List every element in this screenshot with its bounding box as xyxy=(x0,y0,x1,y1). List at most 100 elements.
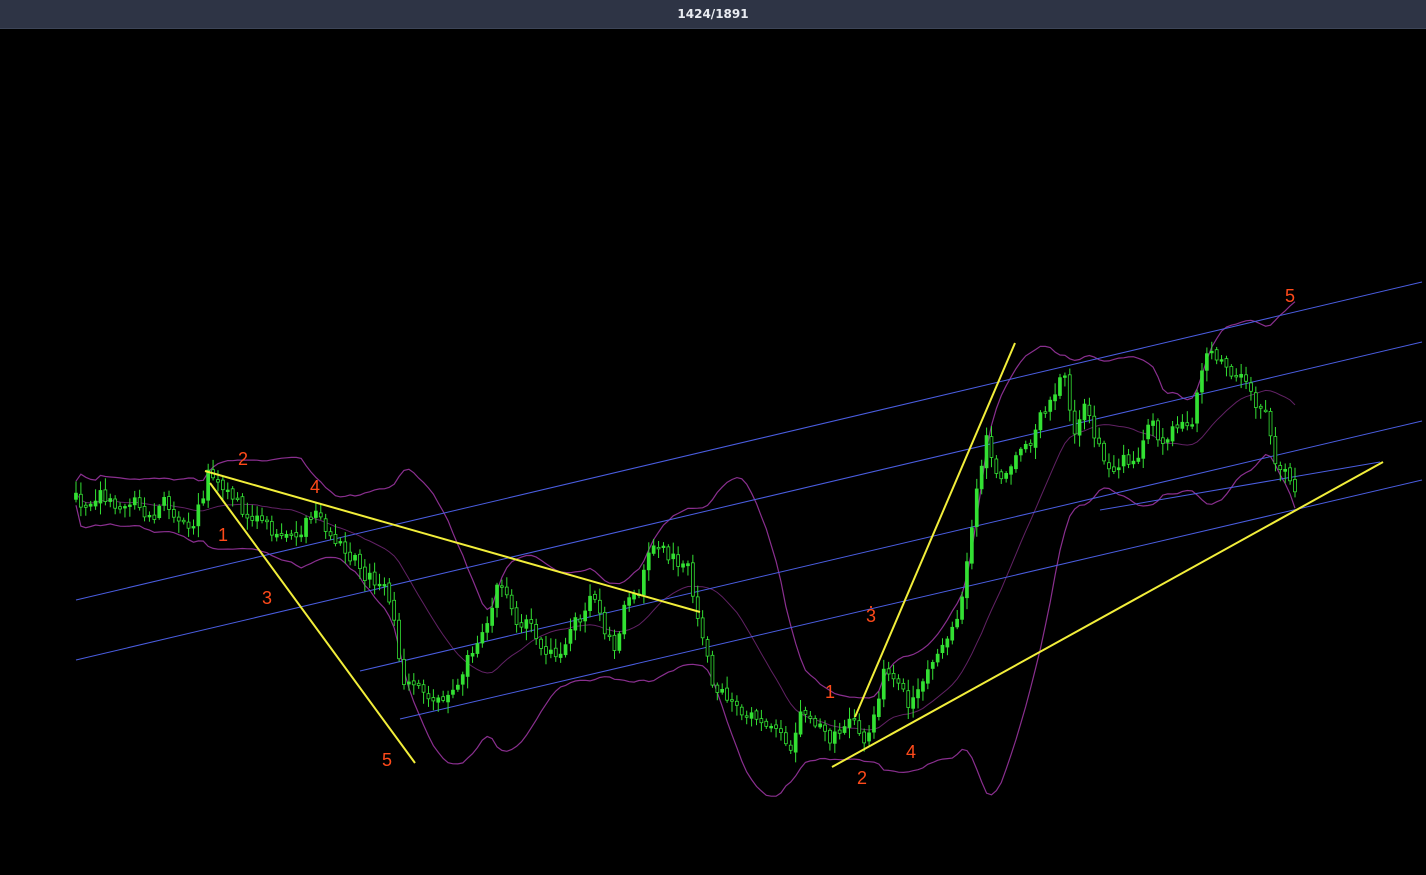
candle-66 xyxy=(392,591,397,627)
candle-body xyxy=(1126,454,1131,465)
candle-140 xyxy=(754,708,759,726)
candle-body xyxy=(906,690,911,708)
candle-body xyxy=(1224,358,1229,368)
candle-body xyxy=(367,572,372,580)
candle-109 xyxy=(602,606,607,640)
candle-71 xyxy=(416,679,421,689)
candle-249 xyxy=(1288,462,1292,485)
candle-186 xyxy=(979,459,984,495)
candle-body xyxy=(573,617,578,631)
candle-body xyxy=(926,669,930,684)
candle-67 xyxy=(397,612,401,662)
candle-body xyxy=(108,498,113,502)
candle-body xyxy=(406,681,411,685)
candle-27 xyxy=(201,490,206,506)
candle-body xyxy=(837,729,842,734)
candle-229 xyxy=(1190,417,1194,430)
candle-220 xyxy=(1146,418,1150,445)
candle-82 xyxy=(470,646,475,663)
candle-body xyxy=(299,534,304,538)
candle-body xyxy=(1244,374,1248,382)
candle-body xyxy=(1170,426,1175,442)
candle-163 xyxy=(867,725,871,747)
candle-body xyxy=(1180,421,1185,429)
candle-body xyxy=(847,718,852,728)
candle-body xyxy=(691,562,695,597)
candle-59 xyxy=(358,549,362,580)
candle-54 xyxy=(333,524,338,547)
candle-148 xyxy=(793,722,798,763)
candle-body xyxy=(994,458,999,474)
candle-131 xyxy=(710,650,715,688)
candle-166 xyxy=(881,659,886,708)
candle-6 xyxy=(98,481,103,515)
candle-body xyxy=(460,674,465,685)
candle-121 xyxy=(661,542,666,553)
candle-body xyxy=(715,684,720,693)
candle-body xyxy=(167,496,171,510)
candle-35 xyxy=(240,493,245,518)
candle-23 xyxy=(181,517,186,525)
candle-body xyxy=(642,569,646,596)
candle-body xyxy=(1161,437,1165,444)
candle-body xyxy=(1195,392,1199,424)
candle-235 xyxy=(1219,355,1224,365)
candle-87 xyxy=(495,582,499,618)
candle-body xyxy=(504,586,509,596)
candle-body xyxy=(265,519,269,523)
candle-body xyxy=(534,624,539,640)
candle-body xyxy=(965,561,969,599)
candle-15 xyxy=(142,497,147,522)
candle-body xyxy=(661,545,666,548)
candle-250 xyxy=(1293,467,1297,498)
candle-43 xyxy=(279,523,284,540)
candle-body xyxy=(955,618,960,628)
candle-body xyxy=(1077,419,1082,436)
candle-body xyxy=(451,689,455,695)
candle-body xyxy=(1283,468,1287,472)
candle-body xyxy=(544,646,548,655)
candle-209 xyxy=(1092,405,1097,448)
candle-body xyxy=(83,504,88,508)
candle-135 xyxy=(730,692,734,712)
candle-26 xyxy=(196,493,201,538)
candle-body xyxy=(1219,359,1224,362)
candle-body xyxy=(930,662,935,669)
candle-187 xyxy=(984,427,989,479)
candle-body xyxy=(284,533,289,538)
candle-12 xyxy=(127,498,132,517)
candle-body xyxy=(793,732,798,753)
candle-197 xyxy=(1033,424,1038,460)
candle-171 xyxy=(906,679,911,720)
candle-9 xyxy=(113,495,117,515)
candle-body xyxy=(607,634,612,637)
candle-body xyxy=(798,711,803,735)
candle-body xyxy=(1112,466,1116,472)
candle-84 xyxy=(480,623,485,648)
candle-191 xyxy=(1004,471,1009,483)
candle-body xyxy=(872,714,876,733)
candle-36 xyxy=(245,502,250,530)
candle-210 xyxy=(1097,427,1101,447)
candle-body xyxy=(739,706,744,716)
candle-193 xyxy=(1014,451,1018,473)
candle-body xyxy=(700,617,705,639)
candle-101 xyxy=(563,637,568,658)
candle-237 xyxy=(1229,364,1234,380)
candle-body xyxy=(201,498,206,504)
candle-176 xyxy=(930,659,935,680)
candle-body xyxy=(402,659,406,686)
candle-body xyxy=(656,547,661,550)
candle-body xyxy=(945,638,950,648)
candle-body xyxy=(509,594,514,610)
candle-body xyxy=(558,653,563,658)
candle-body xyxy=(803,710,808,715)
candle-body xyxy=(1136,457,1141,462)
candle-body xyxy=(960,596,964,620)
candle-body xyxy=(1268,410,1273,437)
candle-body xyxy=(999,471,1004,480)
candle-190 xyxy=(999,469,1004,484)
candle-body xyxy=(157,505,162,518)
candle-body xyxy=(1185,422,1190,427)
candle-52 xyxy=(323,513,328,539)
